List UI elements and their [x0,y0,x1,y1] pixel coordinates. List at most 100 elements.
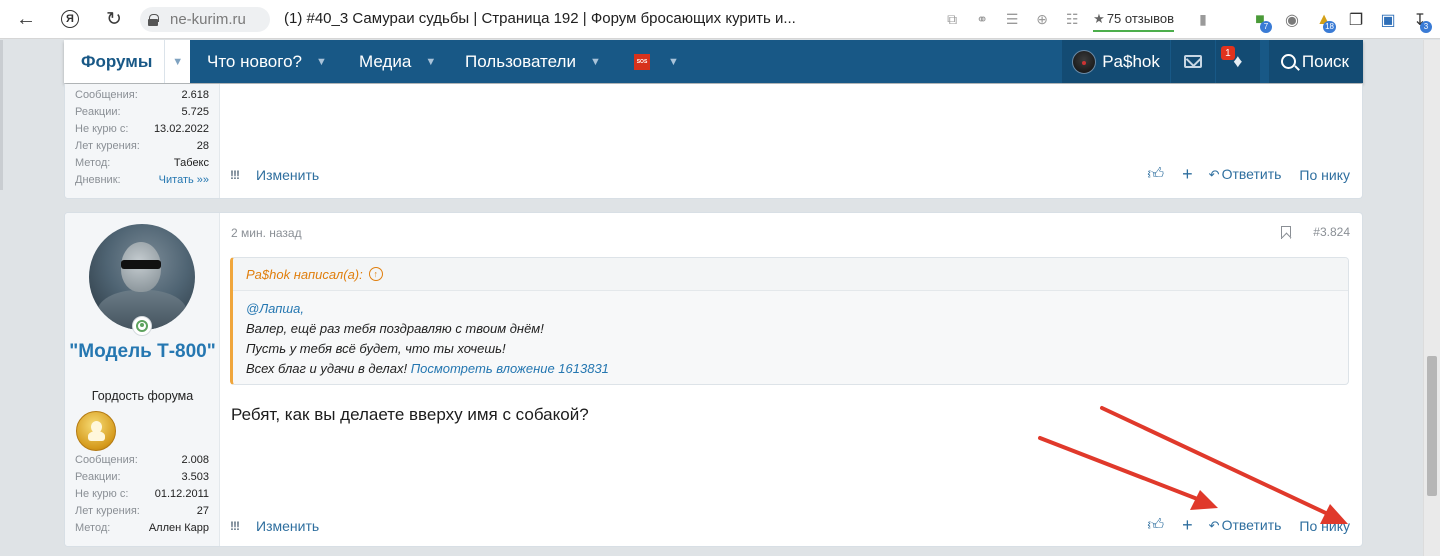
chevron-down-icon[interactable]: ▼ [316,56,327,68]
stat-value: 2.618 [181,89,209,101]
post-time[interactable]: 2 мин. назад [231,226,302,240]
extension-badge: 18 [1323,20,1336,33]
account-menu[interactable]: Pa$hok [1061,40,1170,83]
search-icon [1280,54,1296,69]
post-actions: !!! Изменить 👍︎ + ↶ Ответить По нику [230,164,1350,185]
extension-screenshot-icon[interactable]: ▣ [1372,5,1404,35]
page-scrollbar[interactable] [1423,40,1440,556]
attachment-link[interactable]: Посмотреть вложение 1613831 [411,361,609,376]
tab-media[interactable]: Медиа ▼ [359,40,436,83]
tab-whats-new[interactable]: Что нового? ▼ [207,40,327,83]
chevron-down-icon[interactable]: ▼ [425,56,436,68]
tab-whats-new-label: Что нового? [207,51,302,71]
scrollbar-thumb[interactable] [1427,356,1437,496]
quote-line-last: Всех благ и удачи в делах! Посмотреть вл… [246,359,1348,379]
tab-members-label: Пользователи [465,51,576,71]
like-icon[interactable]: 👍︎ [1147,516,1164,535]
alerts-badge: 1 [1220,46,1235,60]
by-nick-button[interactable]: По нику [1299,518,1350,534]
star-icon: ★ [1093,10,1105,26]
quote-mention[interactable]: @Лапша, [246,299,1348,319]
extension-green-icon[interactable]: ■ 7 [1244,5,1276,35]
post-message: Ребят, как вы делаете вверху имя с собак… [231,405,589,424]
address-bar[interactable]: ne-kurim.ru [140,7,270,32]
author-name[interactable]: "Модель Т-800" [65,340,220,364]
stat-key: Лет курения: [75,505,140,517]
report-button[interactable]: !!! [230,519,240,533]
post-number[interactable]: #3.824 [1313,225,1350,239]
like-icon[interactable]: 👍︎ [1147,165,1164,184]
reviews-button[interactable]: ★ 75 отзывов [1093,8,1174,32]
post-actions-right: 👍︎ + ↶ Ответить По нику [1147,515,1350,536]
stat-key: Метод: [75,157,111,169]
stat-value: 27 [196,505,209,517]
quote-line: Валер, ещё раз тебя поздравляю с твоим д… [246,321,544,336]
conversations-button[interactable] [1169,40,1215,83]
left-edge [0,40,3,190]
stat-value: Табекс [173,157,209,169]
bookmark-icon[interactable] [1281,225,1292,239]
back-arrow-icon[interactable]: ← [16,8,36,30]
extension-globe-icon[interactable]: ◉ [1276,5,1308,35]
reader-icon[interactable]: ☰ [997,5,1027,35]
tab-sos[interactable]: SOS ▼ [634,40,679,83]
alerts-button[interactable]: ♦ 1 [1214,40,1260,83]
tab-forums[interactable]: Форумы ▼ [64,40,190,83]
stat-row: Не курю с: 13.02.2022 [75,121,209,138]
stat-key: Реакции: [75,471,121,483]
trophy-icon [76,411,116,451]
zoom-icon[interactable]: ⊕ [1027,5,1057,35]
headphones-icon[interactable]: ⚭ [967,5,997,35]
post-meta-right: #3.824 [1281,225,1350,239]
quote-header[interactable]: Pa$hok написал(а): ↑ [233,258,1348,291]
nav-user-area: Pa$hok ♦ 1 Поиск [1061,40,1363,83]
author-stats: Сообщения: 2.008 Реакции: 3.503 Не курю с:… [75,452,209,537]
bookmark-page-icon[interactable]: ▮ [1188,5,1218,35]
multiquote-plus-icon[interactable]: + [1182,515,1193,536]
stat-row: Метод: Аллен Карр [75,520,209,537]
author-sidebar: Сообщения: 2.618 Реакции: 5.725 Не курю с:… [65,84,220,198]
report-button[interactable]: !!! [230,168,240,182]
quote-line: Всех благ и удачи в делах! [246,361,408,376]
tab-forums-label: Форумы [81,51,153,71]
stat-row: Метод: Табекс [75,155,209,172]
post-previous: Сообщения: 2.618 Реакции: 5.725 Не курю с:… [64,84,1363,199]
arrow-up-circle-icon[interactable]: ↑ [368,267,383,281]
envelope-icon [1183,55,1202,68]
edit-button[interactable]: Изменить [256,518,319,534]
tab-members[interactable]: Пользователи ▼ [465,40,601,83]
search-label: Поиск [1301,51,1349,71]
stat-key: Сообщения: [75,454,138,466]
stat-row: Не курю с: 01.12.2011 [75,486,209,503]
stat-row: Сообщения: 2.618 [75,87,209,104]
stat-key: Лет курения: [75,140,140,152]
downloads-icon[interactable]: ↧ 3 [1404,5,1436,35]
extension-fox-icon[interactable]: ▲ 18 [1308,5,1340,35]
chevron-down-icon[interactable]: ▼ [590,56,601,68]
forum-navbar: Форумы ▼ Что нового? ▼ Медиа ▼ Пользоват… [64,40,1363,83]
edit-button[interactable]: Изменить [256,167,319,183]
reply-button[interactable]: ↶ Ответить [1209,517,1282,534]
translate-icon[interactable]: ☷ [1057,5,1087,35]
extensions-menu-icon[interactable]: ❐ [1340,5,1372,35]
yandex-button[interactable]: Я [60,9,80,29]
share-icon[interactable]: ⧉ [937,5,967,35]
chevron-down-icon[interactable]: ▼ [164,40,190,83]
stat-value: 28 [196,140,209,152]
multiquote-plus-icon[interactable]: + [1182,164,1193,185]
by-nick-button[interactable]: По нику [1299,167,1350,183]
forum-nav-strip: Форумы ▼ Что нового? ▼ Медиа ▼ Пользоват… [0,40,1440,84]
stat-value: 5.725 [181,106,209,118]
page-title: (1) #40_3 Самураи судьбы | Страница 192 … [284,10,796,27]
author-sidebar: "Модель Т-800" Гордость форума Сообщения… [65,213,220,546]
author-avatar[interactable] [89,224,195,330]
browser-toolbar: ← Я ↻ ne-kurim.ru (1) #40_3 Самураи судь… [0,0,1440,39]
sos-icon: SOS [634,53,650,70]
diary-link[interactable]: Читать »» [159,172,209,189]
online-status-icon [132,316,152,336]
reload-icon[interactable]: ↻ [104,9,124,30]
avatar [1072,49,1097,74]
search-button[interactable]: Поиск [1267,40,1363,83]
reply-button[interactable]: ↶ Ответить [1209,166,1282,183]
chevron-down-icon[interactable]: ▼ [668,56,679,68]
